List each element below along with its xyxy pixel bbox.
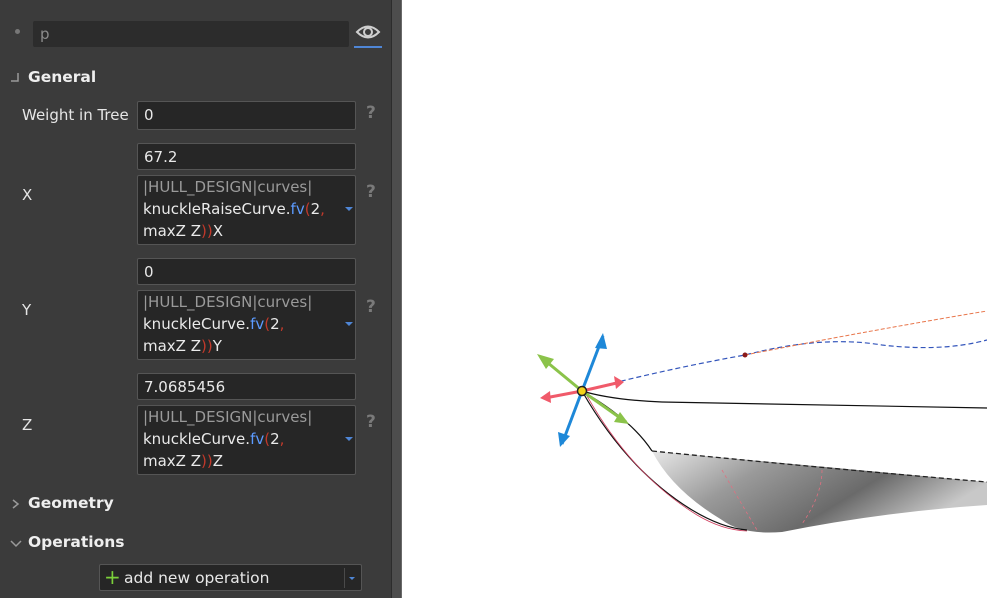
chevron-right-icon <box>12 499 20 509</box>
x-expr-tail: maxZ Z))X <box>143 222 224 240</box>
caret-down-icon[interactable] <box>345 321 353 327</box>
section-general-title: General <box>28 68 97 86</box>
section-operations[interactable]: Operations <box>0 528 391 558</box>
caret-down-icon[interactable] <box>345 206 353 212</box>
y-expr-path: |HULL_DESIGN|curves| <box>143 293 313 311</box>
y-expr-tail: maxZ Z))Y <box>143 337 222 355</box>
weight-label: Weight in Tree <box>22 106 129 124</box>
y-value-field[interactable]: 0 <box>137 258 356 285</box>
add-operation-dropdown[interactable] <box>344 568 358 588</box>
x-expr-curve: knuckleRaiseCurve.fv(2, <box>143 200 325 218</box>
3d-viewport[interactable] <box>402 0 987 598</box>
caret-down-icon[interactable] <box>345 436 353 442</box>
visibility-toggle[interactable] <box>354 18 382 48</box>
z-expr-curve: knuckleCurve.fv(2, <box>143 430 285 448</box>
x-label: X <box>22 186 33 204</box>
y-label: Y <box>22 301 32 319</box>
section-general[interactable]: General <box>0 63 391 93</box>
hull-surface[interactable] <box>652 451 987 533</box>
y-expression-field[interactable]: |HULL_DESIGN|curves| knuckleCurve.fv(2, … <box>137 290 356 360</box>
chevron-down-icon <box>11 73 19 82</box>
z-expr-path: |HULL_DESIGN|curves| <box>143 408 313 426</box>
x-help-icon[interactable]: ? <box>366 182 376 202</box>
bullet-icon <box>15 29 20 34</box>
y-help-icon[interactable]: ? <box>366 297 376 317</box>
x-expression-field[interactable]: |HULL_DESIGN|curves| knuckleRaiseCurve.f… <box>137 175 356 245</box>
plus-icon: + <box>104 565 121 589</box>
object-name-field[interactable]: p <box>33 21 349 47</box>
z-value-field[interactable]: 7.0685456 <box>137 373 356 400</box>
section-operations-title: Operations <box>28 533 125 551</box>
section-geometry[interactable]: Geometry <box>0 489 391 519</box>
x-expr-path: |HULL_DESIGN|curves| <box>143 178 313 196</box>
weight-input[interactable]: 0 <box>137 101 356 130</box>
z-help-icon[interactable]: ? <box>366 412 376 432</box>
transform-gizmo[interactable] <box>537 333 629 447</box>
chevron-down-icon <box>10 540 22 548</box>
add-operation-label: add new operation <box>124 569 270 587</box>
add-operation-button[interactable]: + add new operation <box>99 564 362 591</box>
panel-splitter[interactable] <box>391 0 402 598</box>
sheer-curve <box>581 390 987 409</box>
x-value-field[interactable]: 67.2 <box>137 143 356 170</box>
caret-down-icon <box>349 577 355 580</box>
z-expression-field[interactable]: |HULL_DESIGN|curves| knuckleCurve.fv(2, … <box>137 405 356 475</box>
control-point[interactable] <box>742 352 748 358</box>
properties-panel: p General Weight in Tree 0 ? X 67.2 |HUL… <box>0 0 391 598</box>
section-geometry-title: Geometry <box>28 494 114 512</box>
eye-icon <box>355 25 381 39</box>
y-expr-curve: knuckleCurve.fv(2, <box>143 315 285 333</box>
weight-help-icon[interactable]: ? <box>366 103 376 123</box>
hull-scene <box>537 310 987 533</box>
z-expr-tail: maxZ Z))Z <box>143 452 224 470</box>
z-label: Z <box>22 416 33 434</box>
object-name-row: p <box>0 0 391 60</box>
knuckle-raise-curve <box>744 310 987 356</box>
